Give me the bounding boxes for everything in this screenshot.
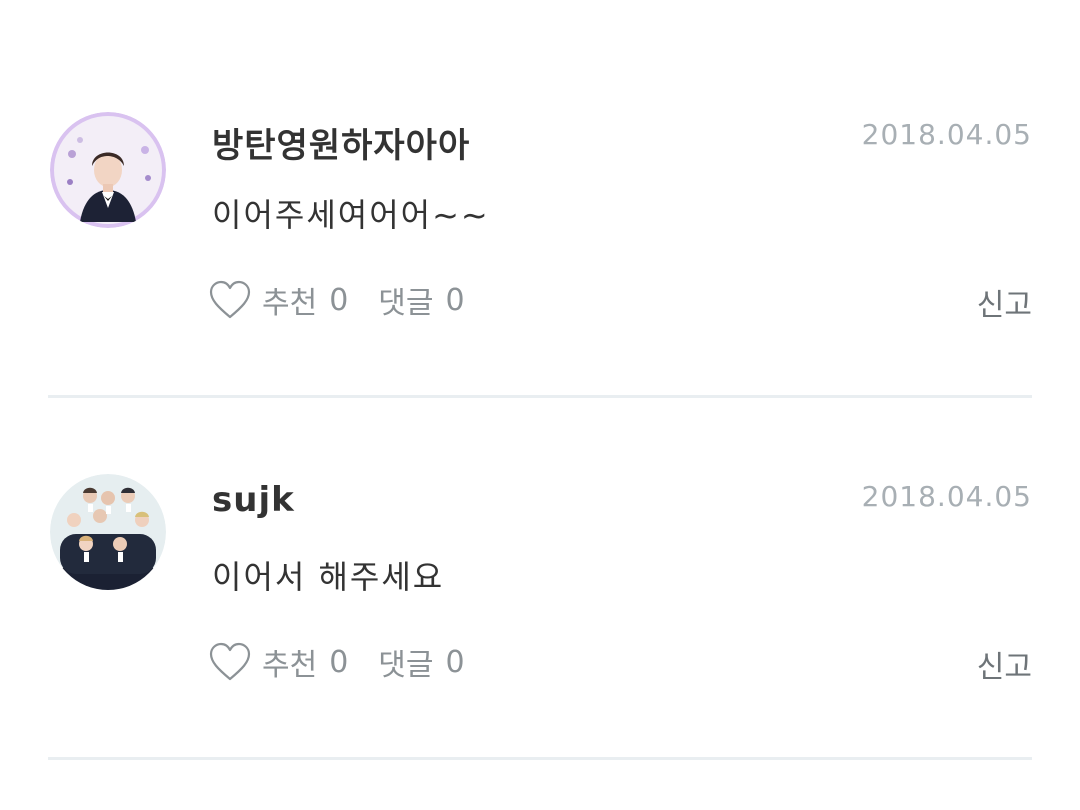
report-button[interactable]: 신고 [977, 642, 1032, 686]
comment-actions: 추천 0 댓글 0 [208, 640, 495, 684]
reply-label[interactable]: 댓글 [378, 278, 433, 322]
like-label[interactable]: 추천 [262, 640, 317, 684]
comment-item: sujk 2018.04.05 이어서 해주세요 추천 0 댓글 0 신고 [48, 462, 1032, 762]
report-button[interactable]: 신고 [977, 280, 1032, 324]
avatar[interactable] [50, 112, 166, 228]
reply-count: 0 [445, 282, 465, 318]
comment-item: 방탄영원하자아아 2018.04.05 이어주세여어어~~ 추천 0 댓글 0 … [48, 100, 1032, 400]
heart-icon[interactable] [208, 642, 252, 682]
avatar[interactable] [50, 474, 166, 590]
like-count: 0 [329, 282, 349, 318]
like-count: 0 [329, 644, 349, 680]
profile-photo [50, 474, 166, 590]
username[interactable]: sujk [212, 480, 295, 520]
reply-label[interactable]: 댓글 [378, 640, 433, 684]
comment-text: 이어서 해주세요 [212, 558, 445, 596]
divider [48, 757, 1032, 760]
comment-date: 2018.04.05 [861, 118, 1032, 151]
comment-actions: 추천 0 댓글 0 [208, 278, 495, 322]
like-label[interactable]: 추천 [262, 278, 317, 322]
comment-text: 이어주세여어어~~ [212, 196, 490, 234]
reply-count: 0 [445, 644, 465, 680]
username[interactable]: 방탄영원하자아아 [212, 118, 470, 167]
divider [48, 395, 1032, 398]
profile-photo [50, 112, 166, 228]
heart-icon[interactable] [208, 280, 252, 320]
comment-date: 2018.04.05 [861, 480, 1032, 513]
